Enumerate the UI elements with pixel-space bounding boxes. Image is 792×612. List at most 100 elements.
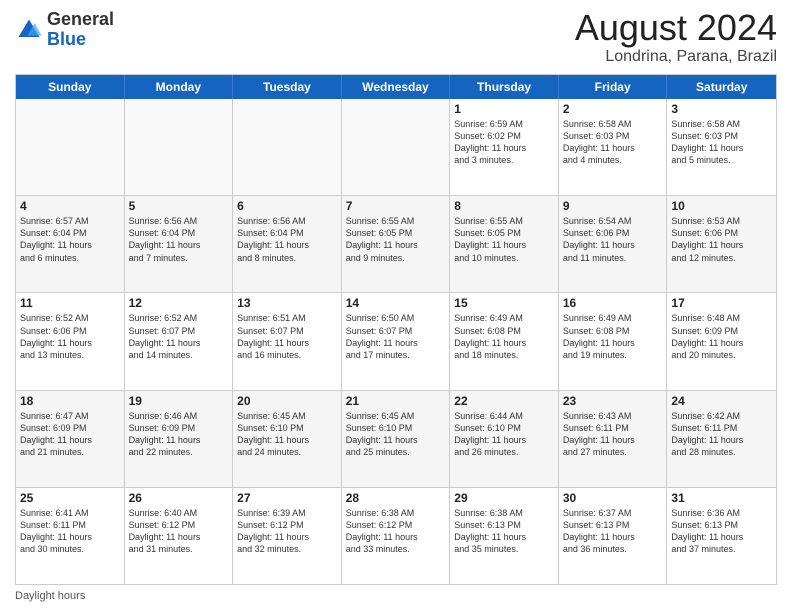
calendar-row: 4Sunrise: 6:57 AM Sunset: 6:04 PM Daylig… <box>16 196 776 293</box>
calendar-cell: 12 Sunrise: 6:52 AM Sunset: 6:07 PM Dayli… <box>125 293 234 389</box>
cell-details: Sunrise: 6:59 AM Sunset: 6:02 PM Dayligh… <box>454 118 554 167</box>
calendar-cell: 6Sunrise: 6:56 AM Sunset: 6:04 PM Daylig… <box>233 196 342 292</box>
calendar-cell: 10 Sunrise: 6:53 AM Sunset: 6:06 PM Dayli… <box>667 196 776 292</box>
calendar-cell: 9Sunrise: 6:54 AM Sunset: 6:06 PM Daylig… <box>559 196 668 292</box>
calendar-cell: 20 Sunrise: 6:45 AM Sunset: 6:10 PM Dayli… <box>233 391 342 487</box>
cell-details: Sunrise: 6:58 AM Sunset: 6:03 PM Dayligh… <box>671 118 772 167</box>
calendar-cell <box>16 99 125 195</box>
calendar-cell: 25 Sunrise: 6:41 AM Sunset: 6:11 PM Dayli… <box>16 488 125 584</box>
cell-details: Sunrise: 6:38 AM Sunset: 6:13 PM Dayligh… <box>454 507 554 556</box>
day-number: 13 <box>237 296 337 310</box>
cell-details: Sunrise: 6:44 AM Sunset: 6:10 PM Dayligh… <box>454 410 554 459</box>
day-number: 11 <box>20 296 120 310</box>
cell-details: Sunrise: 6:47 AM Sunset: 6:09 PM Dayligh… <box>20 410 120 459</box>
day-number: 12 <box>129 296 229 310</box>
cell-details: Sunrise: 6:45 AM Sunset: 6:10 PM Dayligh… <box>346 410 446 459</box>
calendar-cell: 23Sunrise: 6:43 AM Sunset: 6:11 PM Dayli… <box>559 391 668 487</box>
calendar-cell: 4Sunrise: 6:57 AM Sunset: 6:04 PM Daylig… <box>16 196 125 292</box>
cell-details: Sunrise: 6:48 AM Sunset: 6:09 PM Dayligh… <box>671 312 772 361</box>
weekday-header: Sunday <box>16 75 125 99</box>
footer-note: Daylight hours <box>15 590 777 602</box>
logo-blue-text: Blue <box>47 29 86 49</box>
cell-details: Sunrise: 6:36 AM Sunset: 6:13 PM Dayligh… <box>671 507 772 556</box>
calendar-cell: 27Sunrise: 6:39 AM Sunset: 6:12 PM Dayli… <box>233 488 342 584</box>
day-number: 18 <box>20 394 120 408</box>
weekday-header: Saturday <box>667 75 776 99</box>
day-number: 22 <box>454 394 554 408</box>
calendar-row: 25 Sunrise: 6:41 AM Sunset: 6:11 PM Dayli… <box>16 488 776 584</box>
day-number: 25 <box>20 491 120 505</box>
cell-details: Sunrise: 6:37 AM Sunset: 6:13 PM Dayligh… <box>563 507 663 556</box>
calendar-cell: 17 Sunrise: 6:48 AM Sunset: 6:09 PM Dayli… <box>667 293 776 389</box>
day-number: 26 <box>129 491 229 505</box>
day-number: 16 <box>563 296 663 310</box>
day-number: 21 <box>346 394 446 408</box>
day-number: 7 <box>346 199 446 213</box>
calendar-header: SundayMondayTuesdayWednesdayThursdayFrid… <box>16 75 776 99</box>
calendar-cell: 11 Sunrise: 6:52 AM Sunset: 6:06 PM Dayli… <box>16 293 125 389</box>
day-number: 6 <box>237 199 337 213</box>
cell-details: Sunrise: 6:43 AM Sunset: 6:11 PM Dayligh… <box>563 410 663 459</box>
cell-details: Sunrise: 6:42 AM Sunset: 6:11 PM Dayligh… <box>671 410 772 459</box>
day-number: 28 <box>346 491 446 505</box>
calendar-row: 1 Sunrise: 6:59 AM Sunset: 6:02 PM Daylig… <box>16 99 776 196</box>
calendar-cell: 22 Sunrise: 6:44 AM Sunset: 6:10 PM Dayli… <box>450 391 559 487</box>
calendar-cell: 3Sunrise: 6:58 AM Sunset: 6:03 PM Daylig… <box>667 99 776 195</box>
cell-details: Sunrise: 6:55 AM Sunset: 6:05 PM Dayligh… <box>346 215 446 264</box>
calendar-cell: 24 Sunrise: 6:42 AM Sunset: 6:11 PM Dayli… <box>667 391 776 487</box>
day-number: 29 <box>454 491 554 505</box>
cell-details: Sunrise: 6:50 AM Sunset: 6:07 PM Dayligh… <box>346 312 446 361</box>
weekday-header: Tuesday <box>233 75 342 99</box>
cell-details: Sunrise: 6:52 AM Sunset: 6:06 PM Dayligh… <box>20 312 120 361</box>
cell-details: Sunrise: 6:49 AM Sunset: 6:08 PM Dayligh… <box>454 312 554 361</box>
day-number: 30 <box>563 491 663 505</box>
weekday-header: Monday <box>125 75 234 99</box>
cell-details: Sunrise: 6:49 AM Sunset: 6:08 PM Dayligh… <box>563 312 663 361</box>
cell-details: Sunrise: 6:45 AM Sunset: 6:10 PM Dayligh… <box>237 410 337 459</box>
day-number: 1 <box>454 102 554 116</box>
cell-details: Sunrise: 6:38 AM Sunset: 6:12 PM Dayligh… <box>346 507 446 556</box>
day-number: 8 <box>454 199 554 213</box>
calendar-cell: 29 Sunrise: 6:38 AM Sunset: 6:13 PM Dayli… <box>450 488 559 584</box>
calendar-cell: 7 Sunrise: 6:55 AM Sunset: 6:05 PM Daylig… <box>342 196 451 292</box>
calendar-cell: 31 Sunrise: 6:36 AM Sunset: 6:13 PM Dayli… <box>667 488 776 584</box>
day-number: 9 <box>563 199 663 213</box>
cell-details: Sunrise: 6:57 AM Sunset: 6:04 PM Dayligh… <box>20 215 120 264</box>
cell-details: Sunrise: 6:41 AM Sunset: 6:11 PM Dayligh… <box>20 507 120 556</box>
main-title: August 2024 <box>575 10 777 46</box>
calendar-row: 11 Sunrise: 6:52 AM Sunset: 6:06 PM Dayli… <box>16 293 776 390</box>
calendar: SundayMondayTuesdayWednesdayThursdayFrid… <box>15 74 777 585</box>
calendar-cell: 26 Sunrise: 6:40 AM Sunset: 6:12 PM Dayli… <box>125 488 234 584</box>
page: General Blue August 2024 Londrina, Paran… <box>0 0 792 612</box>
weekday-header: Wednesday <box>342 75 451 99</box>
weekday-header: Friday <box>559 75 668 99</box>
day-number: 20 <box>237 394 337 408</box>
header: General Blue August 2024 Londrina, Paran… <box>15 10 777 66</box>
subtitle: Londrina, Parana, Brazil <box>575 48 777 66</box>
weekday-header: Thursday <box>450 75 559 99</box>
cell-details: Sunrise: 6:46 AM Sunset: 6:09 PM Dayligh… <box>129 410 229 459</box>
cell-details: Sunrise: 6:52 AM Sunset: 6:07 PM Dayligh… <box>129 312 229 361</box>
calendar-cell <box>233 99 342 195</box>
day-number: 31 <box>671 491 772 505</box>
calendar-cell <box>342 99 451 195</box>
day-number: 24 <box>671 394 772 408</box>
cell-details: Sunrise: 6:40 AM Sunset: 6:12 PM Dayligh… <box>129 507 229 556</box>
calendar-cell: 30 Sunrise: 6:37 AM Sunset: 6:13 PM Dayli… <box>559 488 668 584</box>
cell-details: Sunrise: 6:56 AM Sunset: 6:04 PM Dayligh… <box>129 215 229 264</box>
calendar-cell: 8Sunrise: 6:55 AM Sunset: 6:05 PM Daylig… <box>450 196 559 292</box>
day-number: 17 <box>671 296 772 310</box>
day-number: 10 <box>671 199 772 213</box>
cell-details: Sunrise: 6:58 AM Sunset: 6:03 PM Dayligh… <box>563 118 663 167</box>
cell-details: Sunrise: 6:53 AM Sunset: 6:06 PM Dayligh… <box>671 215 772 264</box>
calendar-cell: 19 Sunrise: 6:46 AM Sunset: 6:09 PM Dayli… <box>125 391 234 487</box>
cell-details: Sunrise: 6:39 AM Sunset: 6:12 PM Dayligh… <box>237 507 337 556</box>
calendar-cell: 5Sunrise: 6:56 AM Sunset: 6:04 PM Daylig… <box>125 196 234 292</box>
day-number: 14 <box>346 296 446 310</box>
day-number: 15 <box>454 296 554 310</box>
calendar-cell: 14 Sunrise: 6:50 AM Sunset: 6:07 PM Dayli… <box>342 293 451 389</box>
calendar-cell: 1 Sunrise: 6:59 AM Sunset: 6:02 PM Daylig… <box>450 99 559 195</box>
day-number: 19 <box>129 394 229 408</box>
logo: General Blue <box>15 10 114 50</box>
title-block: August 2024 Londrina, Parana, Brazil <box>575 10 777 66</box>
